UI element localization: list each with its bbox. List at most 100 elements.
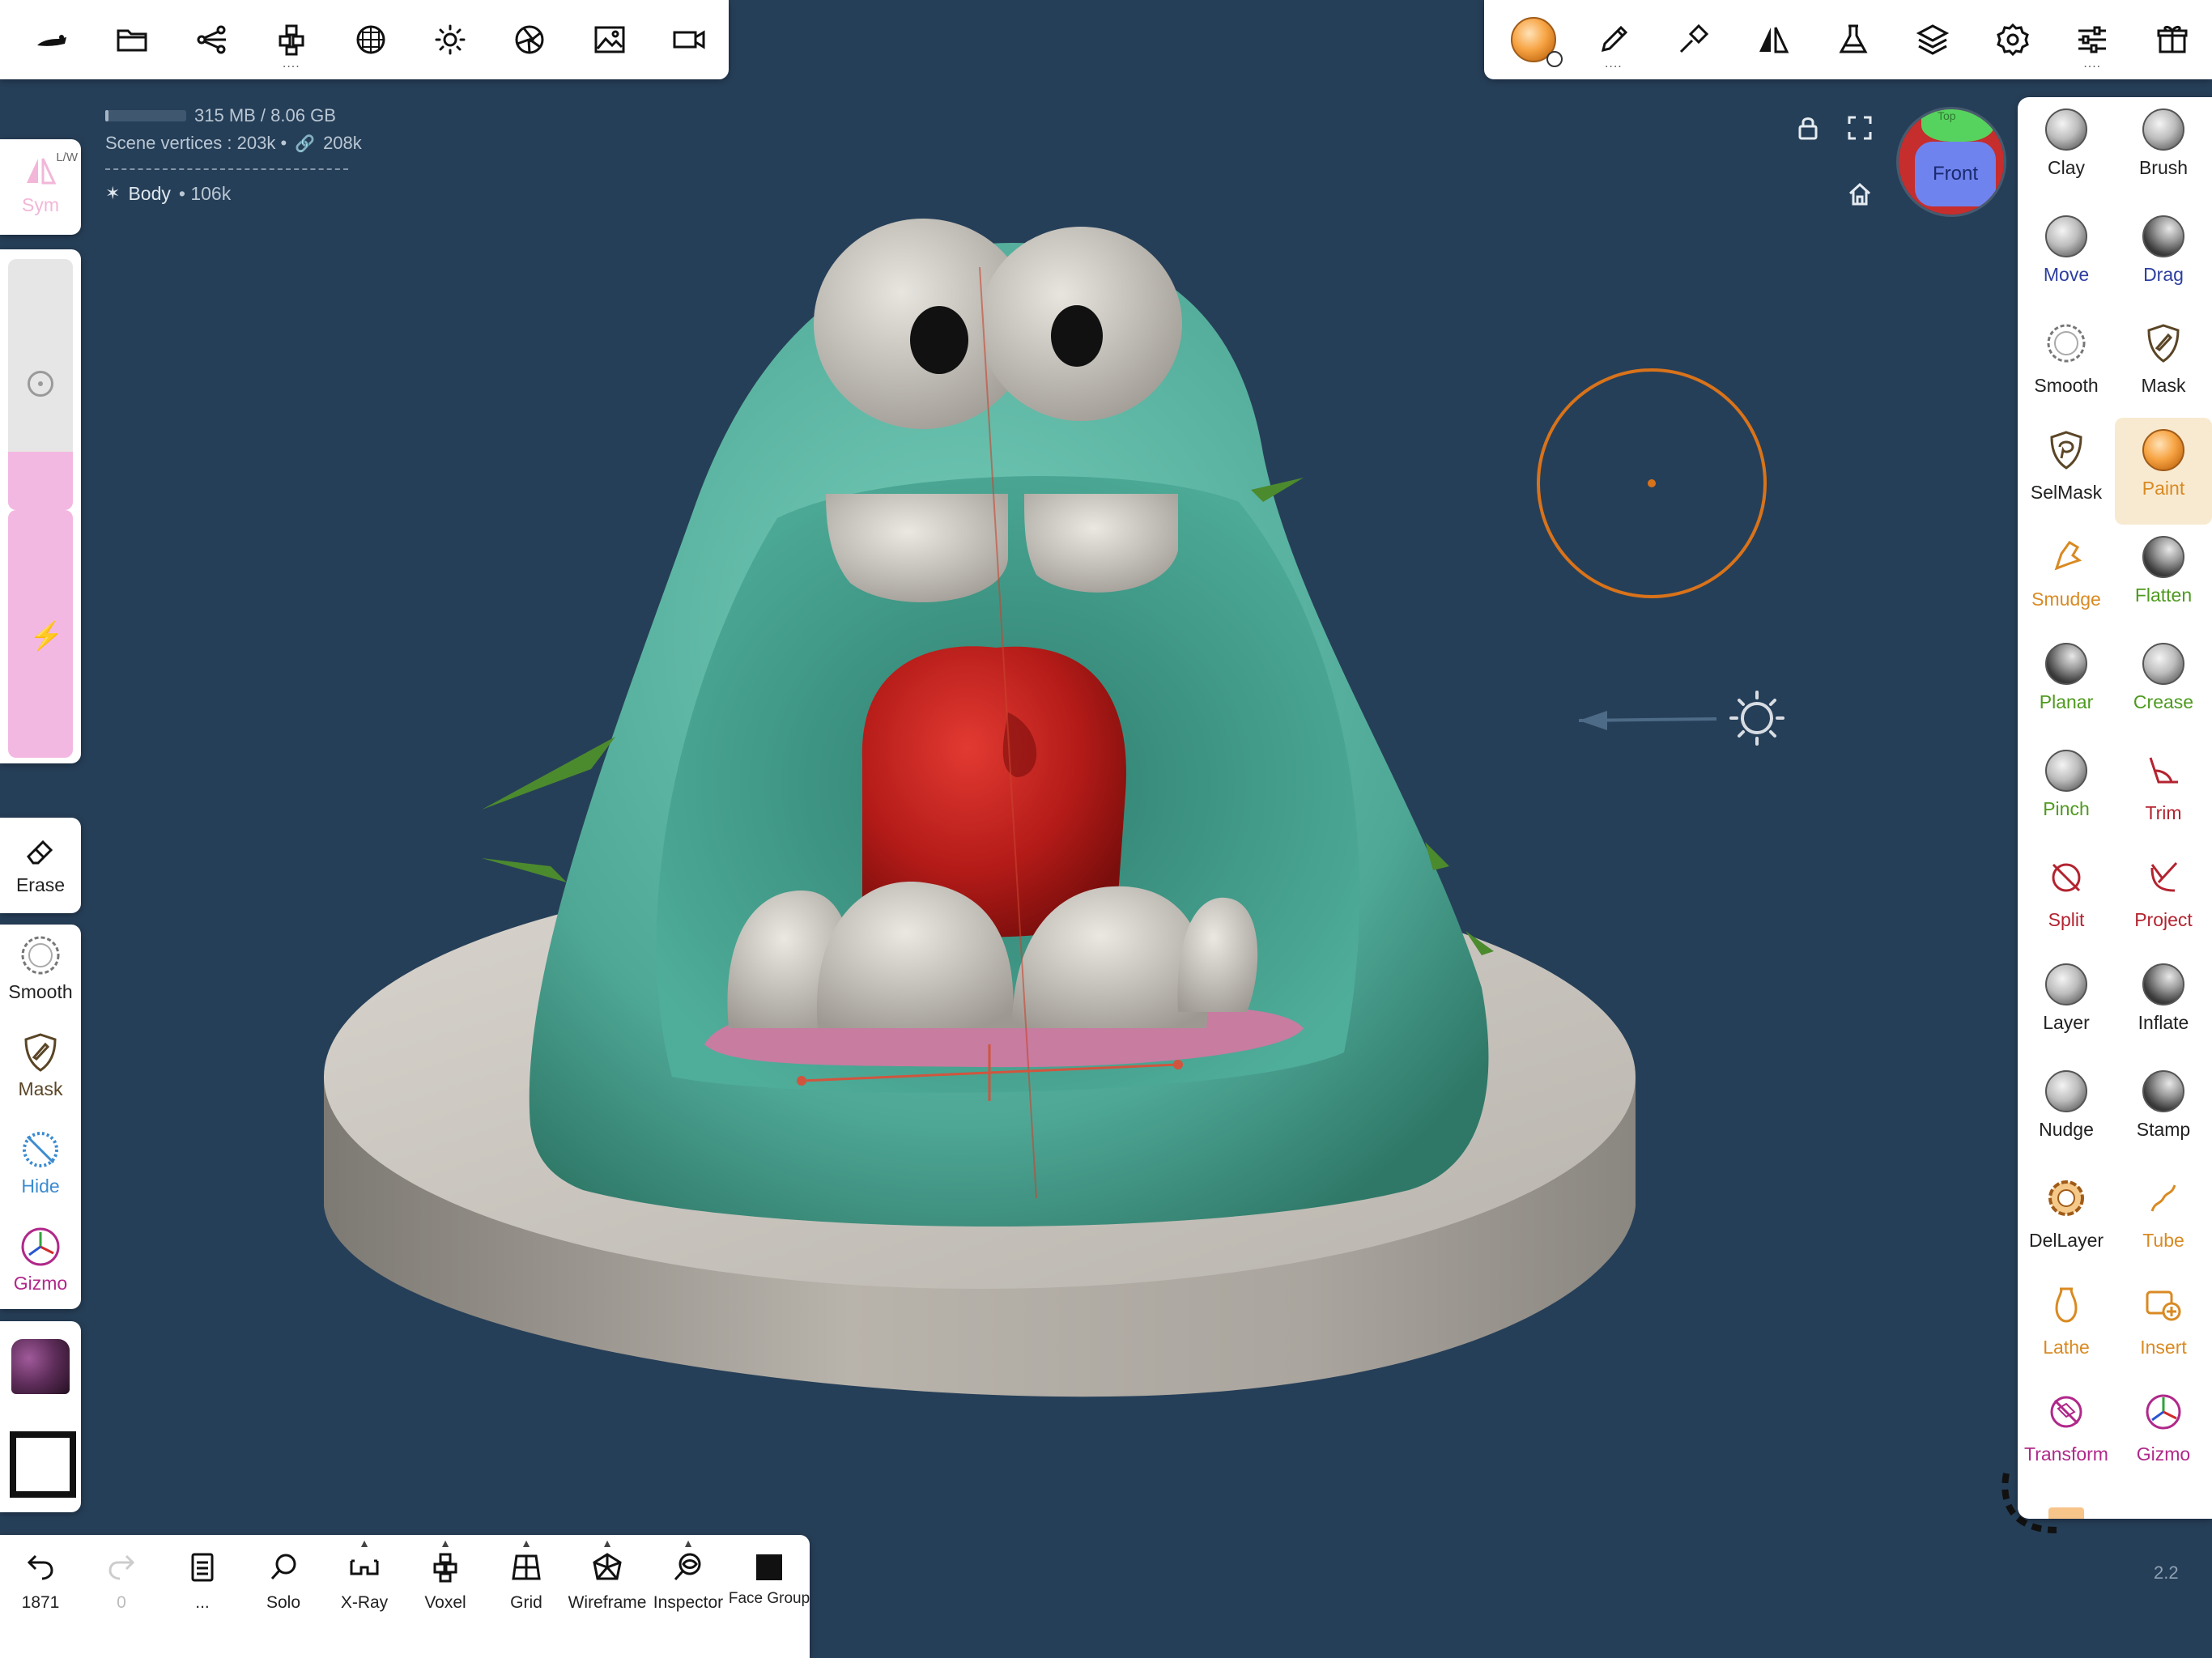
symmetry-toggle[interactable]: Sym L/W xyxy=(0,139,81,235)
symmetry-icon[interactable] xyxy=(1733,0,1814,79)
tool-move[interactable]: Move xyxy=(2018,204,2115,311)
tool-planar[interactable]: Planar xyxy=(2018,631,2115,738)
tool-crease[interactable]: Crease xyxy=(2115,631,2212,738)
tool-gizmo[interactable]: Gizmo xyxy=(2115,1380,2212,1486)
tool-mask[interactable]: Mask xyxy=(2115,311,2212,418)
material-swatch[interactable] xyxy=(11,1339,70,1394)
tool-label: Inflate xyxy=(2138,1012,2189,1033)
gift-icon[interactable] xyxy=(2133,0,2212,79)
tool-label: SelMask xyxy=(2030,482,2103,503)
image-icon[interactable] xyxy=(570,0,649,79)
erase-tool[interactable]: Erase xyxy=(0,818,81,913)
tool-transform[interactable]: Transform xyxy=(2018,1380,2115,1486)
tool-split[interactable]: Split xyxy=(2018,845,2115,952)
sliders-icon[interactable]: .... xyxy=(2052,0,2133,79)
material-icon[interactable] xyxy=(1494,0,1574,79)
tool-flatten[interactable]: Flatten xyxy=(2115,525,2212,631)
background-icon[interactable] xyxy=(331,0,410,79)
undo-button[interactable]: 1871 xyxy=(0,1535,81,1658)
scene-graph-icon[interactable] xyxy=(172,0,251,79)
tool-brush[interactable]: Brush xyxy=(2115,97,2212,204)
solo-button[interactable]: Solo xyxy=(243,1535,324,1658)
sym-label: Sym xyxy=(22,194,59,215)
xray-button[interactable]: ▲ X-Ray xyxy=(324,1535,405,1658)
tool-label: Layer xyxy=(2043,1012,2090,1033)
brush-cursor[interactable] xyxy=(1537,368,1767,598)
inspector-icon xyxy=(674,1553,701,1581)
object-vertices: • 106k xyxy=(178,182,232,204)
color-swatch[interactable] xyxy=(10,1431,76,1498)
tool-label: Planar xyxy=(2039,691,2094,712)
undo-count: 1871 xyxy=(21,1593,60,1612)
stamp-icon xyxy=(2142,1070,2184,1112)
inspector-button[interactable]: ▲ Inspector xyxy=(648,1535,729,1658)
tool-insert[interactable]: Insert xyxy=(2115,1273,2212,1380)
smooth-icon xyxy=(2045,322,2087,368)
gizmo-point xyxy=(1173,1060,1183,1069)
settings-icon[interactable] xyxy=(1972,0,2052,79)
light-icon[interactable] xyxy=(410,0,490,79)
grid-button[interactable]: ▲ Grid xyxy=(486,1535,567,1658)
stroke-icon[interactable]: .... xyxy=(1574,0,1654,79)
face-group-button[interactable]: Face Group xyxy=(729,1535,810,1658)
fullscreen-icon[interactable] xyxy=(1848,116,1872,144)
dellayer-icon xyxy=(2045,1177,2087,1223)
tool-smudge[interactable]: Smudge xyxy=(2018,525,2115,631)
voxel-label: Voxel xyxy=(424,1593,466,1612)
tool-settings-icon[interactable] xyxy=(1653,0,1733,79)
light-widget[interactable] xyxy=(1578,691,1784,746)
redo-button[interactable]: 0 xyxy=(81,1535,162,1658)
lab-icon[interactable] xyxy=(1813,0,1893,79)
voxel-button[interactable]: ▲ Voxel xyxy=(405,1535,486,1658)
tool-tube[interactable]: Tube xyxy=(2115,1166,2212,1273)
layers-icon[interactable] xyxy=(1893,0,1973,79)
tool-pinch[interactable]: Pinch xyxy=(2018,738,2115,845)
vertices-text: Scene vertices : 203k • xyxy=(105,133,287,153)
monster-eyes xyxy=(814,219,1182,429)
tool-clay[interactable]: Clay xyxy=(2018,97,2115,204)
version-label: 2.2 xyxy=(2154,1562,2179,1583)
active-object[interactable]: ✶ Body • 106k xyxy=(105,180,362,207)
tool-stamp[interactable]: Stamp xyxy=(2115,1059,2212,1166)
gizmo-label: Gizmo xyxy=(13,1273,68,1294)
quick-mask[interactable]: Mask xyxy=(0,1031,81,1100)
history-label: ... xyxy=(195,1593,210,1612)
tool-dellayer[interactable]: DelLayer xyxy=(2018,1166,2115,1273)
tool-smooth[interactable]: Smooth xyxy=(2018,311,2115,418)
primitives-icon[interactable]: .... xyxy=(252,0,331,79)
orient-top-label: Top xyxy=(1938,109,1956,122)
video-icon[interactable] xyxy=(649,0,729,79)
tool-label: Transform xyxy=(2024,1443,2108,1465)
radius-icon xyxy=(28,371,53,397)
quick-smooth[interactable]: Smooth xyxy=(0,934,81,1003)
tool-inflate[interactable]: Inflate xyxy=(2115,952,2212,1059)
intensity-slider[interactable]: ⚡ xyxy=(8,510,73,758)
shading-icon[interactable] xyxy=(490,0,569,79)
tool-layer[interactable]: Layer xyxy=(2018,952,2115,1059)
tool-label: Stamp xyxy=(2136,1119,2191,1140)
scroll-hint xyxy=(2048,1507,2084,1519)
quick-hide[interactable]: Hide xyxy=(0,1129,81,1197)
tool-drag[interactable]: Drag xyxy=(2115,204,2212,311)
tool-project[interactable]: Project xyxy=(2115,845,2212,952)
history-button[interactable]: ... xyxy=(162,1535,243,1658)
home-icon[interactable] xyxy=(1848,182,1872,210)
nomad-logo-icon[interactable] xyxy=(13,0,92,79)
wireframe-button[interactable]: ▲ Wireframe xyxy=(567,1535,648,1658)
folder-icon[interactable] xyxy=(92,0,172,79)
radius-slider[interactable] xyxy=(8,259,73,510)
tool-nudge[interactable]: Nudge xyxy=(2018,1059,2115,1166)
viewport-scene[interactable] xyxy=(0,0,2212,1658)
tool-paint[interactable]: Paint xyxy=(2115,418,2212,525)
tool-lathe[interactable]: Lathe xyxy=(2018,1273,2115,1380)
voxel-icon xyxy=(433,1553,457,1583)
gizmo-icon xyxy=(2142,1391,2184,1437)
quick-gizmo[interactable]: Gizmo xyxy=(0,1226,81,1295)
tool-label: Tube xyxy=(2142,1230,2184,1251)
tool-trim[interactable]: Trim xyxy=(2115,738,2212,845)
sculpt-tools-panel: Clay Brush Move Drag Smooth Mask SelMask Paint S… xyxy=(2018,97,2212,1519)
lock-icon[interactable] xyxy=(1796,115,1820,145)
tool-selmask[interactable]: SelMask xyxy=(2018,418,2115,525)
undo-icon xyxy=(27,1554,53,1580)
orientation-cube[interactable]: Front Top xyxy=(1899,109,2004,215)
